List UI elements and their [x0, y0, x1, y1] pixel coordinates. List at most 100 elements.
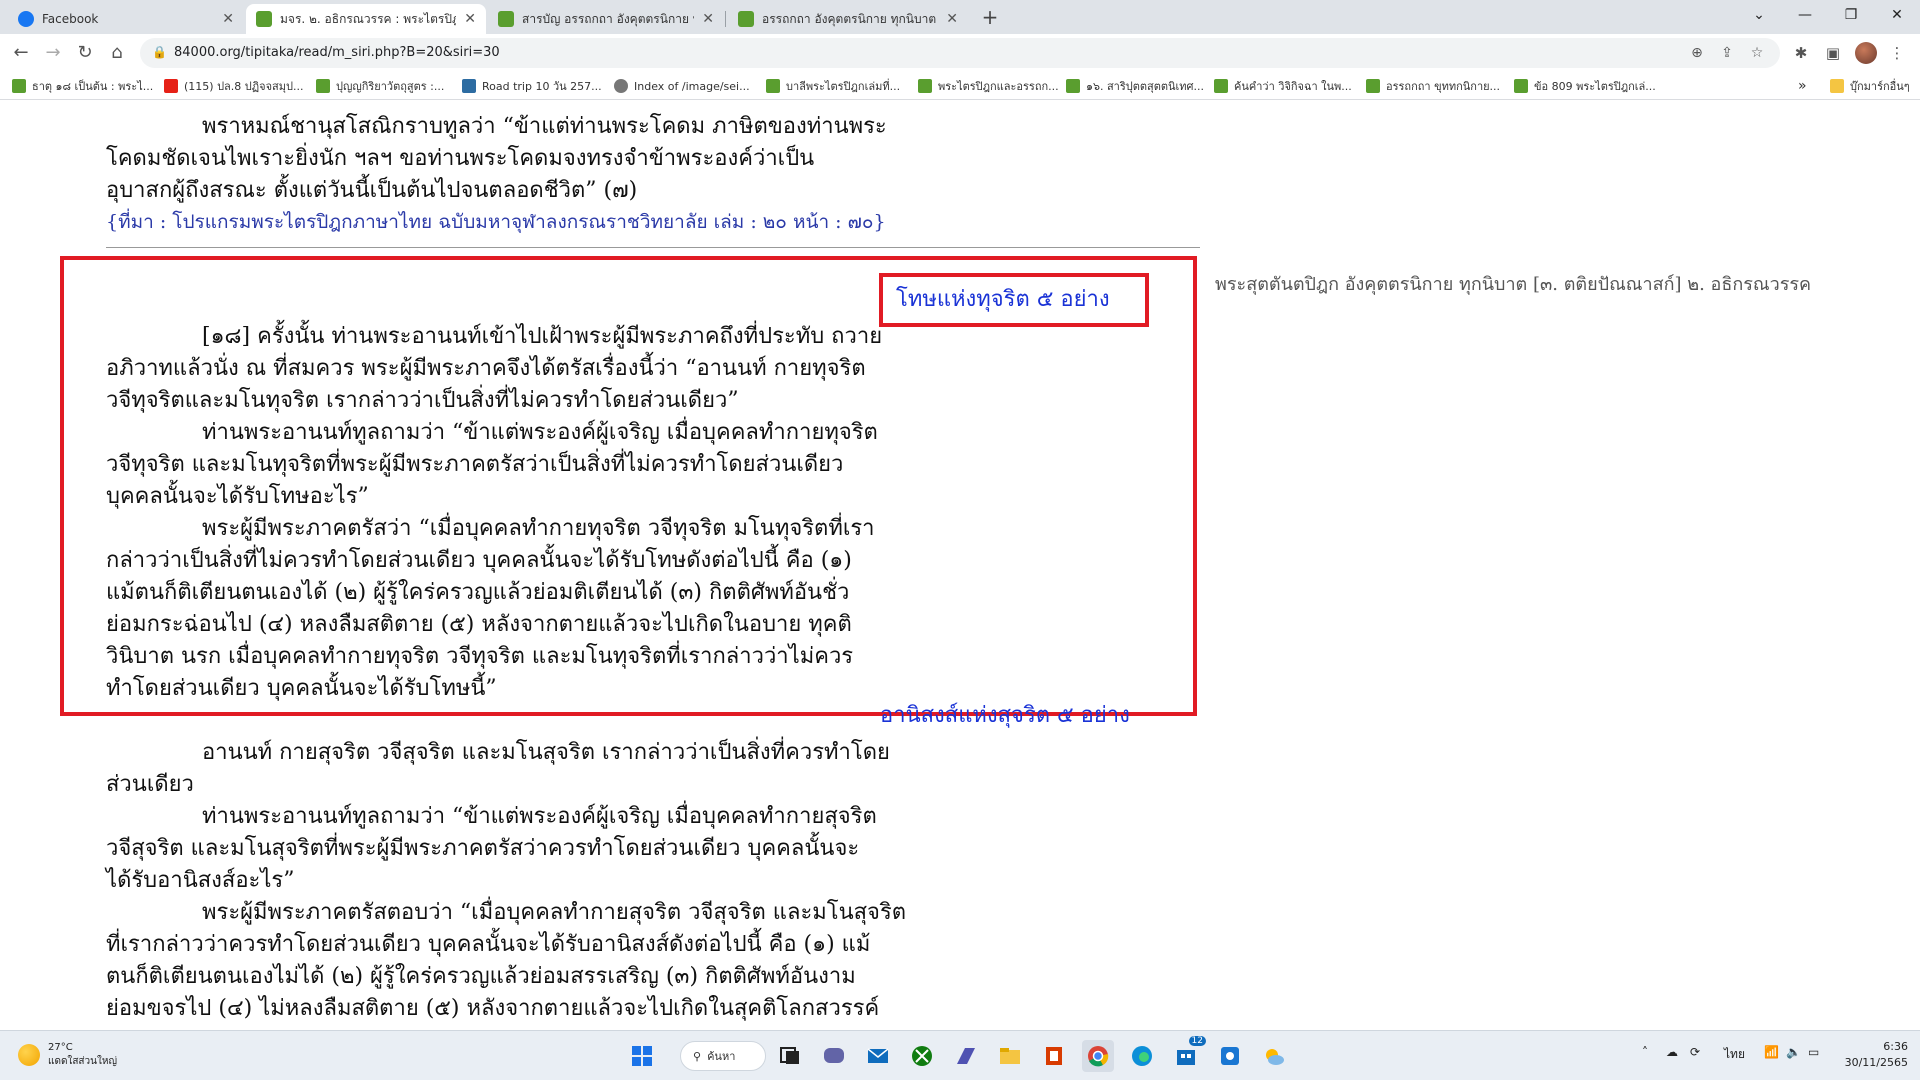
text-line: [๑๘] ครั้งนั้น ท่านพระอานนท์เข้าไปเฝ้าพร… [202, 324, 883, 349]
home-icon[interactable]: ⌂ [104, 40, 130, 66]
edge-icon[interactable] [1126, 1040, 1158, 1072]
battery-icon[interactable]: ▭ [1808, 1045, 1819, 1059]
text-line: อานนท์ กายสุจริต วจีสุจริต และมโนสุจริต … [202, 740, 890, 765]
file-explorer-icon[interactable] [994, 1040, 1026, 1072]
text-line: วินิบาต นรก เมื่อบุคคลทำกายทุจริต วจีทุจ… [106, 644, 854, 669]
text-line: ตนก็ติเตียนตนเองไม่ได้ (๒) ผู้รู้ใคร่ครว… [106, 964, 856, 989]
bookmark-item[interactable]: ธาตุ ๑๘ เป็นต้น : พระไ... [12, 76, 153, 96]
wifi-icon[interactable]: 📶 [1764, 1045, 1779, 1059]
bookmark-item[interactable]: ค้นคำว่า วิจิกิจฉา ในพ... [1214, 76, 1352, 96]
tipitaka-icon [1214, 79, 1228, 93]
clock-time: 6:36 [1883, 1040, 1908, 1053]
tab-label: อรรถกถา อังคุตตรนิกาย ทุกนิบาต ปฐ [762, 11, 939, 26]
tab-strip: Facebook ✕ มจร. ๒. อธิกรณวรรค : พระไตรปิ… [0, 0, 1920, 34]
lock-icon[interactable]: 🔒 [152, 45, 167, 59]
bookmark-item[interactable]: พระไตรปิฎกและอรรถก... [918, 76, 1059, 96]
text-line: พระผู้มีพระภาคตรัสว่า “เมื่อบุคคลทำกายทุ… [202, 516, 875, 541]
close-icon[interactable]: ✕ [222, 11, 234, 27]
new-tab-icon[interactable]: + [976, 6, 1004, 30]
bookmark-item[interactable]: บาลีพระไตรปิฎกเล่มที่... [766, 76, 900, 96]
tab-search-chevron-icon[interactable]: ⌄ [1736, 0, 1782, 30]
close-icon[interactable]: ✕ [946, 11, 958, 27]
youtube-icon [164, 79, 178, 93]
bookmark-item[interactable]: อรรถกถา ขุททกนิกาย... [1366, 76, 1500, 96]
text-line: ที่เรากล่าวว่าควรทำโดยส่วนเดียว บุคคลนั้… [106, 932, 871, 957]
extensions-icon[interactable]: ✱ [1790, 42, 1812, 64]
divider [106, 247, 1200, 248]
tab-facebook[interactable]: Facebook ✕ [8, 4, 244, 34]
bookmark-item[interactable]: Road trip 10 วัน 257... [462, 76, 602, 96]
tipitaka-icon [738, 11, 754, 27]
browser-toolbar: ← → ↻ ⌂ 🔒 84000.org/tipitaka/read/m_siri… [0, 34, 1920, 72]
store-icon[interactable]: 12 [1170, 1036, 1206, 1072]
text-line: วจีทุจริต และมโนทุจริตที่พระผู้มีพระภาคต… [106, 452, 844, 477]
bookmark-item[interactable]: ปุญญกิริยาวัตถุสูตร :... [316, 76, 444, 96]
taskbar-search[interactable]: ⚲ ค้นหา [680, 1041, 766, 1071]
tab-adhikarana-vagga[interactable]: มจร. ๒. อธิกรณวรรค : พระไตรปิฎกเล่ม ✕ [246, 4, 486, 34]
text-line: ย่อมขจรไป (๔) ไม่หลงลืมสติตาย (๕) หลังจา… [106, 996, 880, 1021]
tipitaka-icon [12, 79, 26, 93]
book-reference-note: พระสุตตันตปิฎก อังคุตตรนิกาย ทุกนิบาต [๓… [1215, 274, 1812, 295]
tray-chevron-up-icon[interactable]: ˄ [1642, 1045, 1648, 1059]
snipping-tool-icon[interactable] [1214, 1040, 1246, 1072]
url-text[interactable]: 84000.org/tipitaka/read/m_siri.php?B=20&… [174, 38, 500, 68]
bookmark-star-icon[interactable]: ☆ [1746, 42, 1768, 64]
text-line: อภิวาทแล้วนั่ง ณ ที่สมควร พระผู้มีพระภาค… [106, 356, 866, 381]
tipitaka-icon [1514, 79, 1528, 93]
notification-badge: 12 [1188, 1036, 1206, 1046]
teams-chat-icon[interactable] [818, 1040, 850, 1072]
reload-icon[interactable]: ↻ [72, 40, 98, 66]
page-content: พราหมณ์ชานุสโสณิกราบทูลว่า “ข้าแต่ท่านพร… [0, 101, 1920, 1030]
tipitaka-icon [498, 11, 514, 27]
facebook-icon [18, 11, 34, 27]
section-heading-benefits: อานิสงส์แห่งสุจริต ๕ อย่าง [880, 703, 1130, 728]
bookmark-item[interactable]: Index of /image/sei... [614, 76, 750, 96]
bookmarks-overflow-icon[interactable]: » [1798, 76, 1807, 96]
share-icon[interactable]: ⇪ [1716, 42, 1738, 64]
volume-icon[interactable]: 🔈 [1786, 1045, 1801, 1059]
windows-taskbar: 27°C แดดใสส่วนใหญ่ ⚲ ค้นหา 12 ˄ ☁ ⟳ ไทย … [0, 1030, 1920, 1080]
close-window-icon[interactable]: ✕ [1874, 0, 1920, 30]
text-line: ท่านพระอานนท์ทูลถามว่า “ข้าแต่พระองค์ผู้… [202, 804, 877, 829]
start-windows-icon[interactable] [626, 1040, 658, 1072]
folder-icon [1830, 79, 1844, 93]
weather-app-icon[interactable] [1258, 1040, 1290, 1072]
xbox-icon[interactable] [906, 1040, 938, 1072]
tab-contents[interactable]: สารบัญ อรรถกถา อังคุตตรนิกาย ทุกนิบ ✕ [488, 4, 724, 34]
back-icon[interactable]: ← [8, 40, 34, 66]
chrome-icon[interactable] [1082, 1040, 1114, 1072]
bookmark-item[interactable]: (115) ปล.8 ปฏิจจสมุป... [164, 76, 304, 96]
text-line: อุบาสกผู้ถึงสรณะ ตั้งแต่วันนี้เป็นต้นไปจ… [106, 178, 638, 203]
sun-icon [18, 1044, 40, 1066]
bookmark-item[interactable]: ๑๖. สาริปุตตสุตตนิเทศ... [1066, 76, 1204, 96]
powerautomate-icon[interactable] [950, 1040, 982, 1072]
weather-widget[interactable]: 27°C แดดใสส่วนใหญ่ [18, 1041, 117, 1069]
text-line: ได้รับอานิสงส์อะไร” [106, 868, 295, 893]
side-panel-icon[interactable]: ▣ [1822, 42, 1844, 64]
tipitaka-icon [256, 11, 272, 27]
restore-icon[interactable]: ❐ [1828, 0, 1874, 30]
bookmark-item[interactable]: ข้อ 809 พระไตรปิฎกเล่... [1514, 76, 1656, 96]
profile-avatar[interactable] [1855, 42, 1877, 64]
tab-commentary[interactable]: อรรถกถา อังคุตตรนิกาย ทุกนิบาต ปฐ ✕ [728, 4, 968, 34]
close-icon[interactable]: ✕ [702, 11, 714, 27]
mail-icon[interactable] [862, 1040, 894, 1072]
photo-icon [462, 79, 476, 93]
text-line: ส่วนเดียว [106, 772, 194, 797]
tab-separator [725, 11, 726, 27]
task-view-icon[interactable] [774, 1040, 806, 1072]
input-language[interactable]: ไทย [1724, 1045, 1745, 1064]
sync-icon[interactable]: ⟳ [1690, 1045, 1700, 1059]
onedrive-sync-icon[interactable]: ☁ [1666, 1045, 1678, 1059]
address-bar[interactable]: 🔒 84000.org/tipitaka/read/m_siri.php?B=2… [140, 38, 1780, 68]
menu-kebab-icon[interactable]: ⋮ [1886, 42, 1908, 64]
minimize-icon[interactable]: — [1782, 0, 1828, 30]
text-line: ย่อมกระฉ่อนไป (๔) หลงลืมสติตาย (๕) หลังจ… [106, 612, 852, 637]
bookmarks-bar: ธาตุ ๑๘ เป็นต้น : พระไ... (115) ปล.8 ปฏิ… [0, 72, 1920, 100]
zoom-icon[interactable]: ⊕ [1686, 42, 1708, 64]
office-icon[interactable] [1038, 1040, 1070, 1072]
system-clock[interactable]: 6:36 30/11/2565 [1838, 1039, 1908, 1071]
forward-icon[interactable]: → [40, 40, 66, 66]
close-icon[interactable]: ✕ [464, 11, 476, 27]
other-bookmarks-folder[interactable]: บุ๊กมาร์กอื่นๆ [1830, 76, 1910, 96]
